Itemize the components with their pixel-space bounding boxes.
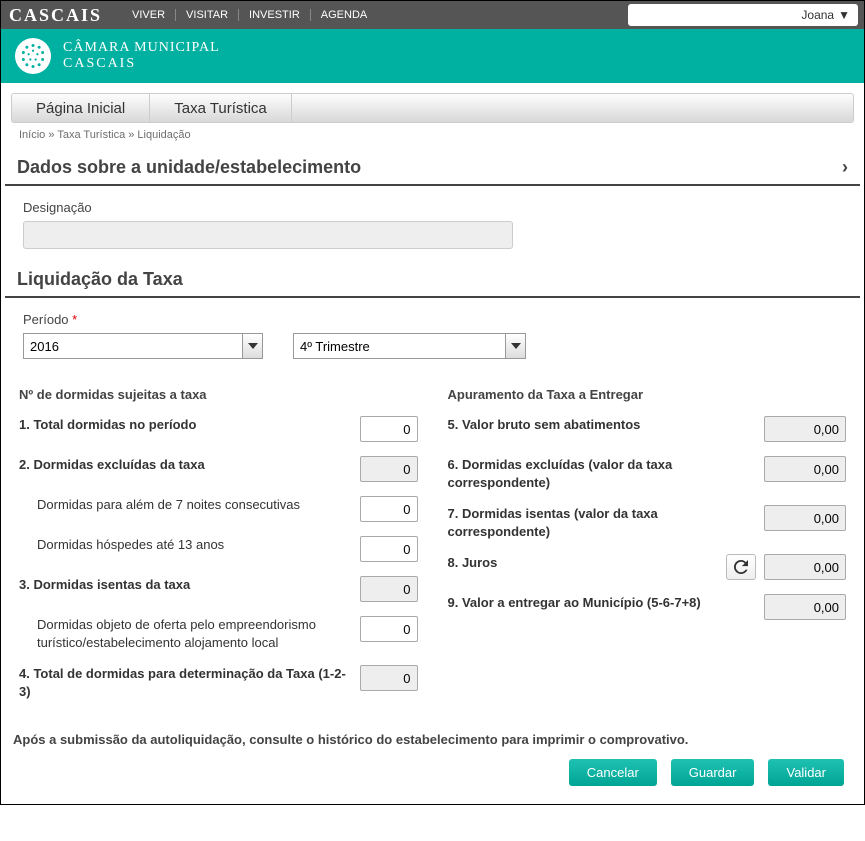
- row6-label: 6. Dormidas excluídas (valor da taxa cor…: [448, 456, 765, 491]
- section-liquid-title: Liquidação da Taxa: [17, 269, 183, 290]
- row2-label: 2. Dormidas excluídas da taxa: [19, 456, 360, 474]
- row9-label: 9. Valor a entregar ao Município (5-6-7+…: [448, 594, 765, 612]
- designacao-label: Designação: [23, 200, 842, 215]
- topnav-visitar[interactable]: VISITAR: [176, 9, 239, 21]
- brand-top: CASCAIS: [9, 5, 102, 26]
- tab-home[interactable]: Página Inicial: [12, 94, 150, 122]
- top-bar: CASCAIS VIVER VISITAR INVESTIR AGENDA Jo…: [1, 1, 864, 29]
- year-select[interactable]: 2016: [23, 333, 263, 359]
- row6-output: [764, 456, 846, 482]
- cancel-button[interactable]: Cancelar: [569, 759, 657, 786]
- topnav-viver[interactable]: VIVER: [122, 9, 176, 21]
- required-mark: *: [72, 312, 77, 327]
- row2a-input[interactable]: [360, 496, 418, 522]
- row1-label: 1. Total dormidas no período: [19, 416, 360, 434]
- right-column: Apuramento da Taxa a Entregar 5. Valor b…: [438, 387, 847, 714]
- section-liquid-header: Liquidação da Taxa: [5, 263, 860, 298]
- main-tabs: Página Inicial Taxa Turística: [11, 93, 854, 123]
- cascais-logo: [15, 38, 51, 74]
- submission-note: Após a submissão da autoliquidação, cons…: [13, 732, 852, 747]
- row4-input: [360, 665, 418, 691]
- section-estab-title: Dados sobre a unidade/estabelecimento: [17, 157, 361, 178]
- row9-output: [764, 594, 846, 620]
- designacao-input: [23, 221, 513, 249]
- tab-empty: [292, 94, 853, 122]
- row5-output: [764, 416, 846, 442]
- brand-line2: CASCAIS: [63, 56, 220, 72]
- row3a-input[interactable]: [360, 616, 418, 642]
- validate-button[interactable]: Validar: [768, 759, 844, 786]
- liquidacao-columns: Nº de dormidas sujeitas a taxa 1. Total …: [19, 387, 846, 714]
- quarter-select[interactable]: 4º Trimestre: [293, 333, 526, 359]
- caret-down-icon: ▼: [838, 8, 850, 22]
- row8-label: 8. Juros: [448, 554, 727, 572]
- quarter-select-wrap: 4º Trimestre: [293, 333, 526, 359]
- year-select-wrap: 2016: [23, 333, 263, 359]
- user-name: Joana: [801, 8, 834, 22]
- user-dropdown[interactable]: Joana ▼: [628, 4, 858, 26]
- left-column: Nº de dormidas sujeitas a taxa 1. Total …: [19, 387, 438, 714]
- row5-label: 5. Valor bruto sem abatimentos: [448, 416, 765, 434]
- action-bar: Cancelar Guardar Validar: [1, 759, 864, 804]
- row2-input: [360, 456, 418, 482]
- topnav-agenda[interactable]: AGENDA: [311, 9, 377, 21]
- refresh-icon: [734, 560, 748, 574]
- row3-label: 3. Dormidas isentas da taxa: [19, 576, 360, 594]
- chevron-right-icon[interactable]: ›: [842, 157, 848, 178]
- tab-taxa[interactable]: Taxa Turística: [150, 94, 292, 122]
- periodo-label: Período *: [23, 312, 842, 327]
- row7-output: [764, 505, 846, 531]
- estab-block: Designação: [1, 186, 864, 263]
- row8-output: [764, 554, 846, 580]
- top-nav: VIVER VISITAR INVESTIR AGENDA: [122, 9, 377, 21]
- row3-input: [360, 576, 418, 602]
- save-button[interactable]: Guardar: [671, 759, 755, 786]
- row4-label: 4. Total de dormidas para determinação d…: [19, 665, 360, 700]
- row2b-label: Dormidas hóspedes até 13 anos: [19, 536, 360, 554]
- refresh-button[interactable]: [726, 554, 756, 580]
- breadcrumb: Início » Taxa Turística » Liquidação: [19, 129, 846, 141]
- row2b-input[interactable]: [360, 536, 418, 562]
- brand-bar: CÂMARA MUNICIPAL CASCAIS: [1, 29, 864, 83]
- left-col-title: Nº de dormidas sujeitas a taxa: [19, 387, 418, 402]
- periodo-block: Período * 2016 4º Trimestre: [1, 298, 864, 373]
- row2a-label: Dormidas para além de 7 noites consecuti…: [19, 496, 360, 514]
- row3a-label: Dormidas objeto de oferta pelo empreendo…: [19, 616, 360, 651]
- brand-titles: CÂMARA MUNICIPAL CASCAIS: [63, 40, 220, 72]
- topnav-investir[interactable]: INVESTIR: [239, 9, 311, 21]
- brand-line1: CÂMARA MUNICIPAL: [63, 40, 220, 56]
- row1-input[interactable]: [360, 416, 418, 442]
- section-estab-header: Dados sobre a unidade/estabelecimento ›: [5, 151, 860, 186]
- right-col-title: Apuramento da Taxa a Entregar: [448, 387, 847, 402]
- row7-label: 7. Dormidas isentas (valor da taxa corre…: [448, 505, 765, 540]
